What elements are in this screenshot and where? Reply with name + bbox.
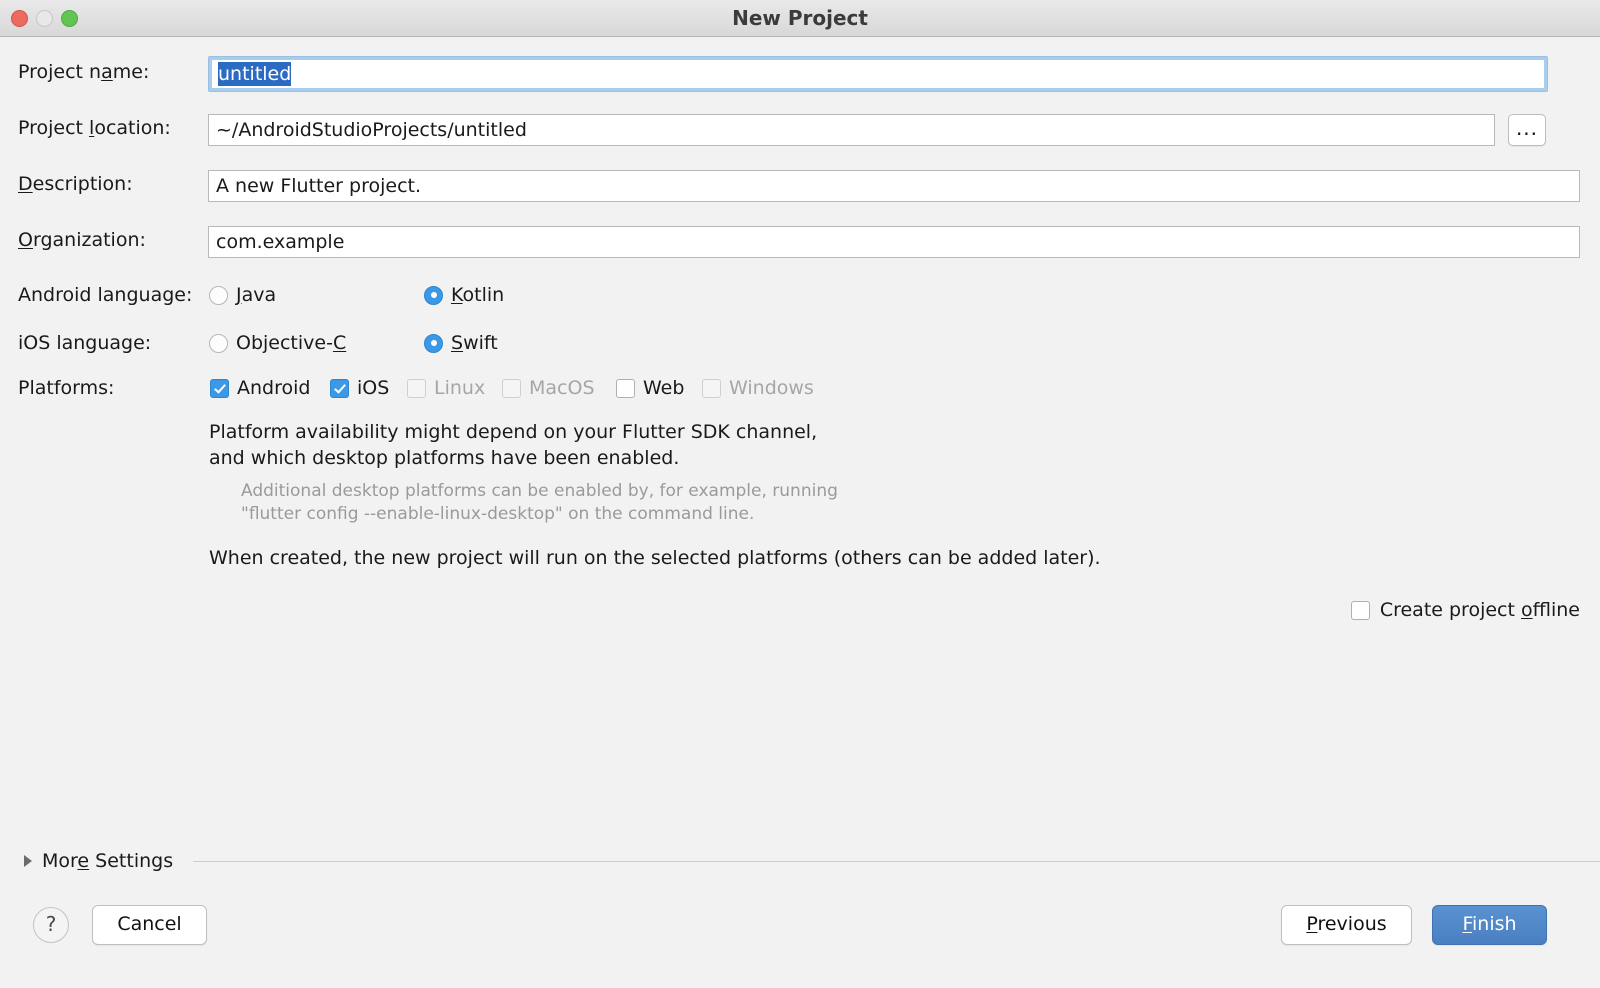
radio-android-java[interactable]: Java <box>209 275 276 315</box>
checkbox-icon-android <box>210 379 229 398</box>
cancel-button[interactable]: Cancel <box>92 905 207 945</box>
radio-icon-kotlin <box>424 286 443 305</box>
window-title: New Project <box>0 0 1600 36</box>
desktop-platform-hint: Additional desktop platforms can be enab… <box>241 480 838 526</box>
checkbox-platform-macos[interactable]: MacOS <box>502 368 595 408</box>
project-name-value: untitled <box>218 62 291 86</box>
checkbox-label-ios: iOS <box>357 377 389 399</box>
more-settings-label: More Settings <box>42 850 173 872</box>
radio-label-swift: Swift <box>451 332 498 354</box>
organization-input[interactable]: com.example <box>208 226 1580 258</box>
radio-icon-swift <box>424 334 443 353</box>
checkbox-label-android: Android <box>237 377 310 399</box>
checkbox-icon-macos <box>502 379 521 398</box>
when-created-note: When created, the new project will run o… <box>209 545 1101 571</box>
checkbox-platform-ios[interactable]: iOS <box>330 368 389 408</box>
checkbox-icon-ios <box>330 379 349 398</box>
row-organization: Organization: com.example <box>0 220 1600 260</box>
row-project-name: Project name: untitled <box>0 52 1600 92</box>
chevron-right-icon <box>24 855 32 867</box>
row-project-location: Project location: ~/AndroidStudioProject… <box>0 108 1600 148</box>
checkbox-platform-android[interactable]: Android <box>210 368 310 408</box>
radio-icon-objectivec <box>209 334 228 353</box>
radio-label-kotlin: Kotlin <box>451 284 504 306</box>
row-android-language: Android language: Java Kotlin <box>0 275 1600 315</box>
more-settings-toggle[interactable]: More Settings <box>0 850 1600 872</box>
radio-ios-swift[interactable]: Swift <box>424 323 498 363</box>
checkbox-icon-linux <box>407 379 426 398</box>
browse-location-button[interactable]: ... <box>1508 114 1546 146</box>
checkbox-platform-linux[interactable]: Linux <box>407 368 485 408</box>
checkbox-create-project-offline[interactable]: Create project offline <box>1351 599 1580 621</box>
ios-language-label: iOS language: <box>18 323 151 363</box>
checkbox-label-web: Web <box>643 377 684 399</box>
description-label: Description: <box>18 164 133 204</box>
project-name-label: Project name: <box>18 52 149 92</box>
row-description: Description: A new Flutter project. <box>0 164 1600 204</box>
project-name-input[interactable]: untitled <box>208 56 1548 92</box>
checkbox-label-linux: Linux <box>434 377 485 399</box>
row-platforms: Platforms: Android iOS Linux MacOS Web W… <box>0 368 1600 408</box>
checkbox-label-macos: MacOS <box>529 377 595 399</box>
radio-ios-objectivec[interactable]: Objective-C <box>209 323 346 363</box>
previous-button[interactable]: Previous <box>1281 905 1412 945</box>
checkbox-icon-windows <box>702 379 721 398</box>
help-button[interactable]: ? <box>33 907 69 943</box>
project-location-input[interactable]: ~/AndroidStudioProjects/untitled <box>208 114 1495 146</box>
checkbox-platform-windows[interactable]: Windows <box>702 368 814 408</box>
organization-label: Organization: <box>18 220 146 260</box>
checkbox-icon-web <box>616 379 635 398</box>
checkbox-icon-create-offline <box>1351 601 1370 620</box>
project-location-label: Project location: <box>18 108 171 148</box>
description-input[interactable]: A new Flutter project. <box>208 170 1580 202</box>
android-language-label: Android language: <box>18 275 192 315</box>
more-settings-divider <box>193 861 1600 862</box>
checkbox-label-windows: Windows <box>729 377 814 399</box>
checkbox-label-create-offline: Create project offline <box>1380 599 1580 621</box>
radio-label-objectivec: Objective-C <box>236 332 346 354</box>
checkbox-platform-web[interactable]: Web <box>616 368 684 408</box>
radio-label-java: Java <box>236 284 276 306</box>
platform-availability-note: Platform availability might depend on yo… <box>209 419 817 471</box>
radio-icon-java <box>209 286 228 305</box>
window-titlebar: New Project <box>0 0 1600 37</box>
platforms-label: Platforms: <box>18 368 114 408</box>
radio-android-kotlin[interactable]: Kotlin <box>424 275 504 315</box>
row-ios-language: iOS language: Objective-C Swift <box>0 323 1600 363</box>
finish-button[interactable]: Finish <box>1432 905 1547 945</box>
